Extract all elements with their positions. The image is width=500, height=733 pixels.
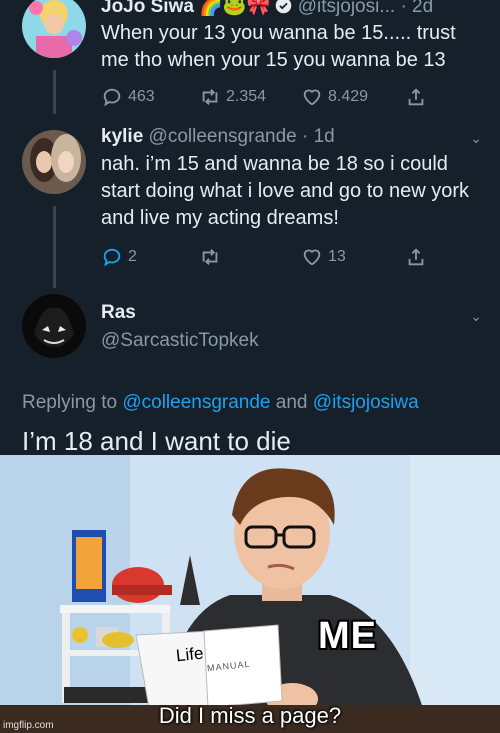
avatar[interactable] [22,294,86,358]
meme-image: Life MANUAL ME Did I miss a page? imgfli… [0,455,500,733]
twitter-thread-screenshot: JoJo Siwa 🌈🐸🎀 @itsjojosi... · 2d When yo… [0,0,500,455]
share-button[interactable] [405,246,432,268]
timestamp[interactable]: · 1d [302,126,335,147]
tweet-header: kylie @colleensgrande · 1d [101,126,335,148]
reply-text: I’m 18 and I want to die [22,426,291,455]
share-icon [408,88,424,106]
meme-scene [0,455,500,733]
reply-button[interactable]: 463 [101,86,155,108]
avatar[interactable] [22,130,86,194]
share-icon [408,248,424,266]
like-icon [303,249,321,266]
reply-count: 463 [128,88,155,105]
timestamp[interactable]: · 2d [400,0,433,17]
retweet-button[interactable] [199,246,226,268]
watermark: imgflip.com [3,720,54,731]
like-count: 8.429 [328,88,369,105]
retweet-button[interactable]: 2.354 [199,86,266,108]
handle-line: @SarcasticTopkek [101,330,259,352]
replying-joiner: and [275,392,308,413]
replying-prefix: Replying to [22,392,118,413]
tweet-actions: 463 2.354 8.429 [101,86,441,110]
caret-down-icon[interactable]: ⌄ [470,130,482,147]
like-count: 13 [328,248,346,265]
reply-button[interactable]: 2 [101,246,137,268]
like-button[interactable]: 8.429 [301,86,368,108]
display-name[interactable]: kylie [101,126,143,147]
tweet-text: When your 13 you wanna be 15..... trust … [101,22,456,71]
caret-down-icon[interactable]: ⌄ [470,308,482,325]
retweet-icon [202,249,218,265]
tweet-kylie[interactable]: kylie @colleensgrande · 1d ⌄ nah. i’m 15… [0,118,500,278]
like-button[interactable]: 13 [301,246,346,268]
verified-icon [275,0,297,17]
name-emojis: 🌈🐸🎀 [199,0,271,17]
reply-icon [103,88,121,107]
mention-link[interactable]: @itsjojosiwa [313,392,419,413]
retweet-icon [202,89,218,105]
meme-caption: Did I miss a page? [158,703,342,728]
tweet-header: Ras [101,302,136,324]
share-button[interactable] [405,86,432,108]
reply-icon [103,248,121,267]
me-label: ME [318,615,377,657]
reply-count: 2 [128,248,137,265]
tweet-actions: 2 13 [101,246,441,270]
mention-link[interactable]: @colleensgrande [122,392,270,413]
handle[interactable]: @SarcasticTopkek [101,330,259,351]
handle[interactable]: @colleensgrande [149,126,297,147]
avatar[interactable] [22,0,86,58]
tweet-text: nah. i’m 15 and wanna be 18 so i could s… [101,153,469,229]
display-name[interactable]: Ras [101,302,136,323]
replying-to: Replying to @colleensgrande and @itsjojo… [22,392,419,414]
like-icon [303,89,321,106]
tweet-header: JoJo Siwa 🌈🐸🎀 @itsjojosi... · 2d [101,0,433,18]
display-name[interactable]: JoJo Siwa [101,0,194,17]
tweet-jojo[interactable]: JoJo Siwa 🌈🐸🎀 @itsjojosi... · 2d When yo… [0,0,500,115]
life-label: Life [175,643,205,666]
handle[interactable]: @itsjojosi... [298,0,395,17]
retweet-count: 2.354 [226,88,267,105]
